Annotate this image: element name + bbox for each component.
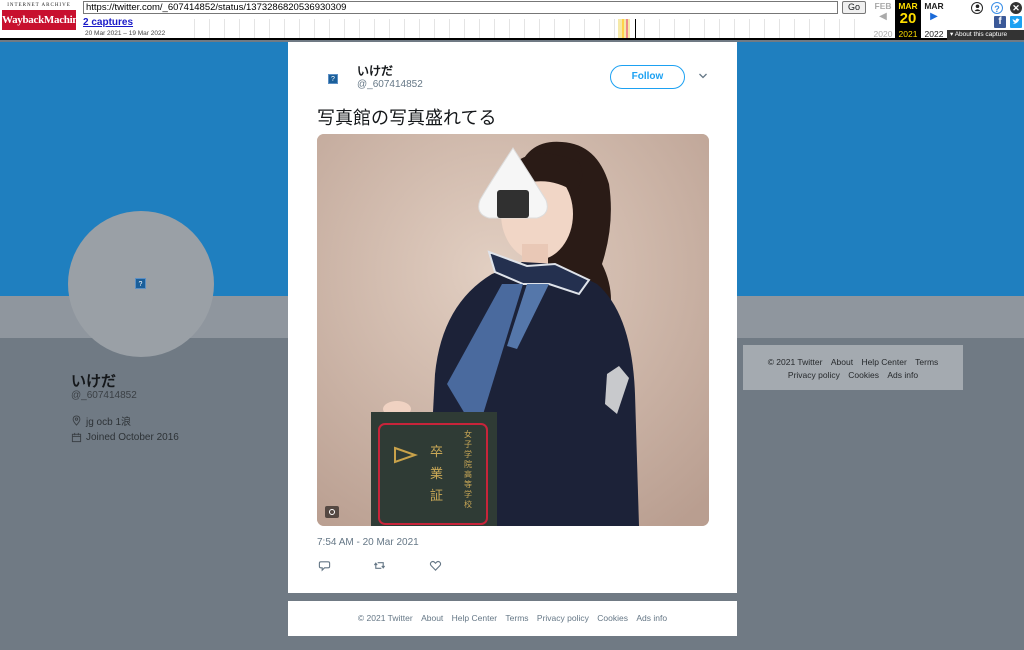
footer-copyright: © 2021 Twitter — [767, 357, 823, 367]
footer-link-ads[interactable]: Ads info — [636, 613, 667, 623]
tweet-timestamp[interactable]: 7:54 AM - 20 Mar 2021 — [317, 537, 419, 548]
wayback-calendar-nav: FEB ◀ 2020 MAR 20 2021 MAR ▶ 2022 — [868, 0, 948, 40]
footer-link-help[interactable]: Help Center — [861, 357, 906, 367]
page-footer: © 2021 Twitter About Help Center Terms P… — [288, 601, 737, 636]
certificate-title: 卒業証 — [430, 445, 443, 504]
profile-joined-text: Joined October 2016 — [86, 432, 179, 443]
sparkline-year-highlight — [618, 19, 630, 38]
prev-month: FEB — [874, 1, 892, 11]
facebook-icon[interactable]: f — [994, 16, 1006, 28]
footer-copyright: © 2021 Twitter — [357, 613, 413, 623]
footer-link-terms[interactable]: Terms — [915, 357, 938, 367]
wayback-current-capture: MAR 20 2021 — [895, 0, 921, 40]
broken-image-icon: ? — [135, 278, 146, 289]
tweet-avatar[interactable]: ? — [316, 62, 350, 96]
heart-icon[interactable] — [429, 559, 442, 572]
wayback-logo-main: WaybackMachine — [2, 10, 83, 30]
profile-avatar[interactable]: ? — [68, 211, 214, 357]
sidebar-footer: © 2021 Twitter About Help Center Terms P… — [743, 345, 963, 390]
photo-illustration: 卒業証 女子学院高等学校 — [317, 134, 709, 526]
location-pin-icon — [72, 415, 81, 426]
profile-handle[interactable]: @_607414852 — [71, 390, 137, 401]
footer-link-terms[interactable]: Terms — [505, 613, 528, 623]
sparkline-capture-mark — [622, 19, 624, 38]
next-month: MAR — [924, 1, 944, 11]
wayback-url-input[interactable]: https://twitter.com/_607414852/status/13… — [83, 1, 838, 14]
help-icon[interactable]: ? — [991, 2, 1003, 14]
broken-image-icon: ? — [328, 74, 338, 84]
prev-year: 2020 — [873, 29, 893, 39]
calendar-icon — [71, 432, 82, 443]
footer-link-privacy[interactable]: Privacy policy — [788, 370, 840, 380]
wayback-toolbar: INTERNET ARCHIVE WaybackMachine https://… — [0, 0, 1024, 40]
retweet-icon[interactable] — [373, 559, 386, 572]
wayback-captures-link[interactable]: 2 captures — [83, 17, 133, 28]
tweet-card: ? いけだ @_607414852 Follow 写真館の写真盛れてる 卒業証 … — [288, 42, 737, 593]
twitter-share-icon[interactable] — [1010, 16, 1022, 28]
tweet-text: 写真館の写真盛れてる — [317, 108, 497, 128]
chevron-down-icon[interactable] — [698, 71, 708, 81]
footer-link-cookies[interactable]: Cookies — [848, 370, 879, 380]
tweet-author-name[interactable]: いけだ — [357, 62, 393, 79]
footer-link-cookies[interactable]: Cookies — [597, 613, 628, 623]
about-capture-toggle[interactable]: ▾ About this capture — [947, 30, 1024, 40]
current-day: 20 — [899, 10, 917, 27]
tweet-author-handle[interactable]: @_607414852 — [357, 79, 423, 90]
wayback-capture-range: 20 Mar 2021 – 19 Mar 2022 — [85, 30, 166, 37]
footer-link-ads[interactable]: Ads info — [887, 370, 918, 380]
profile-location: jg ocb 1浪 — [71, 413, 131, 428]
tweet-photo[interactable]: 卒業証 女子学院高等学校 — [317, 134, 709, 526]
profile-name[interactable]: いけだ — [71, 370, 116, 391]
user-icon[interactable] — [971, 2, 983, 14]
footer-link-about[interactable]: About — [421, 613, 443, 623]
footer-link-help[interactable]: Help Center — [452, 613, 497, 623]
sparkline-current-marker — [635, 19, 636, 38]
footer-link-privacy[interactable]: Privacy policy — [537, 613, 589, 623]
profile-joined: Joined October 2016 — [71, 432, 179, 443]
profile-location-text: jg ocb 1浪 — [86, 417, 132, 428]
wayback-logo[interactable]: INTERNET ARCHIVE WaybackMachine — [2, 3, 83, 35]
wayback-sparkline[interactable] — [180, 19, 868, 38]
close-icon[interactable]: ✕ — [1010, 2, 1022, 14]
media-badge-icon — [325, 506, 339, 518]
wayback-prev-capture[interactable]: FEB ◀ 2020 — [870, 0, 896, 40]
prev-arrow-icon: ◀ — [879, 11, 887, 22]
wayback-logo-top: INTERNET ARCHIVE — [7, 3, 71, 8]
reply-icon[interactable] — [318, 559, 331, 572]
next-year: 2022 — [924, 29, 944, 39]
wayback-next-capture[interactable]: MAR ▶ 2022 — [921, 0, 947, 40]
follow-button[interactable]: Follow — [610, 65, 685, 89]
next-arrow-icon: ▶ — [930, 11, 938, 22]
footer-link-about[interactable]: About — [831, 357, 853, 367]
current-year: 2021 — [898, 29, 918, 39]
about-capture-label: About this capture — [954, 31, 1008, 38]
wayback-go-button[interactable]: Go — [842, 1, 866, 14]
sparkline-capture-mark — [626, 19, 628, 38]
